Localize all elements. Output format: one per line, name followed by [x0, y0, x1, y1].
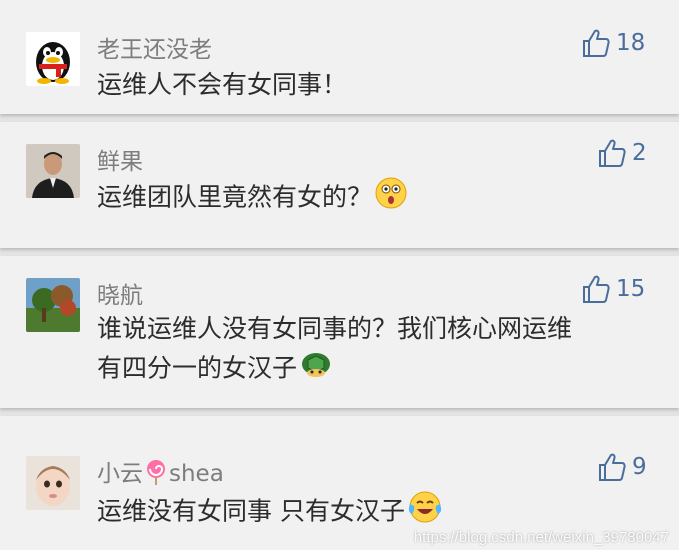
- thumbs-up-icon: [599, 139, 626, 167]
- like-count: 15: [616, 276, 646, 302]
- like-count: 18: [616, 30, 646, 56]
- like-button[interactable]: 2: [598, 138, 647, 168]
- comment-username[interactable]: 晓航: [97, 276, 143, 310]
- comment-text: 谁说运维人没有女同事的？我们核心网运维: [97, 314, 573, 343]
- comment-card: 老王还没老 运维人不会有女同事！ 18: [0, 0, 679, 114]
- like-count: 2: [632, 140, 647, 166]
- thumbs-up-icon: [583, 29, 610, 57]
- comment-text: 运维没有女同事 只有女汉子: [97, 490, 443, 535]
- thumbs-up-icon: [583, 275, 610, 303]
- qq-penguin-avatar[interactable]: [26, 32, 80, 86]
- comment-card: 晓航 谁说运维人没有女同事的？我们核心网运维 有四分一的女汉子 15: [0, 256, 679, 408]
- surprised-face-emoji: [374, 176, 408, 221]
- comment-text: 运维人不会有女同事！: [97, 70, 348, 99]
- watermark: https://blog.csdn.net/weixin_39780047: [413, 529, 669, 546]
- like-count: 9: [632, 454, 647, 480]
- like-button[interactable]: 15: [582, 274, 645, 304]
- comment-username[interactable]: 老王还没老: [97, 30, 212, 64]
- lollipop-emoji: [144, 459, 168, 491]
- comment-card: 鲜果 运维团队里竟然有女的？ 2: [0, 122, 679, 248]
- man-photo-avatar[interactable]: [26, 144, 80, 198]
- comment-text-line2: 有四分一的女汉子: [97, 348, 333, 391]
- child-photo-avatar[interactable]: [26, 456, 80, 510]
- comment-text: 运维团队里竟然有女的？: [97, 176, 408, 221]
- comment-username[interactable]: 小云 shea: [97, 454, 224, 491]
- like-button[interactable]: 18: [582, 28, 645, 58]
- comment-username[interactable]: 鲜果: [97, 142, 143, 176]
- turtle-emoji: [299, 348, 333, 391]
- thumbs-up-icon: [599, 453, 626, 481]
- landscape-photo-avatar[interactable]: [26, 278, 80, 332]
- like-button[interactable]: 9: [598, 452, 647, 482]
- comment-card: 小云 shea 运维没有女同事 只有女汉子 9 https://blog.csd…: [0, 416, 679, 550]
